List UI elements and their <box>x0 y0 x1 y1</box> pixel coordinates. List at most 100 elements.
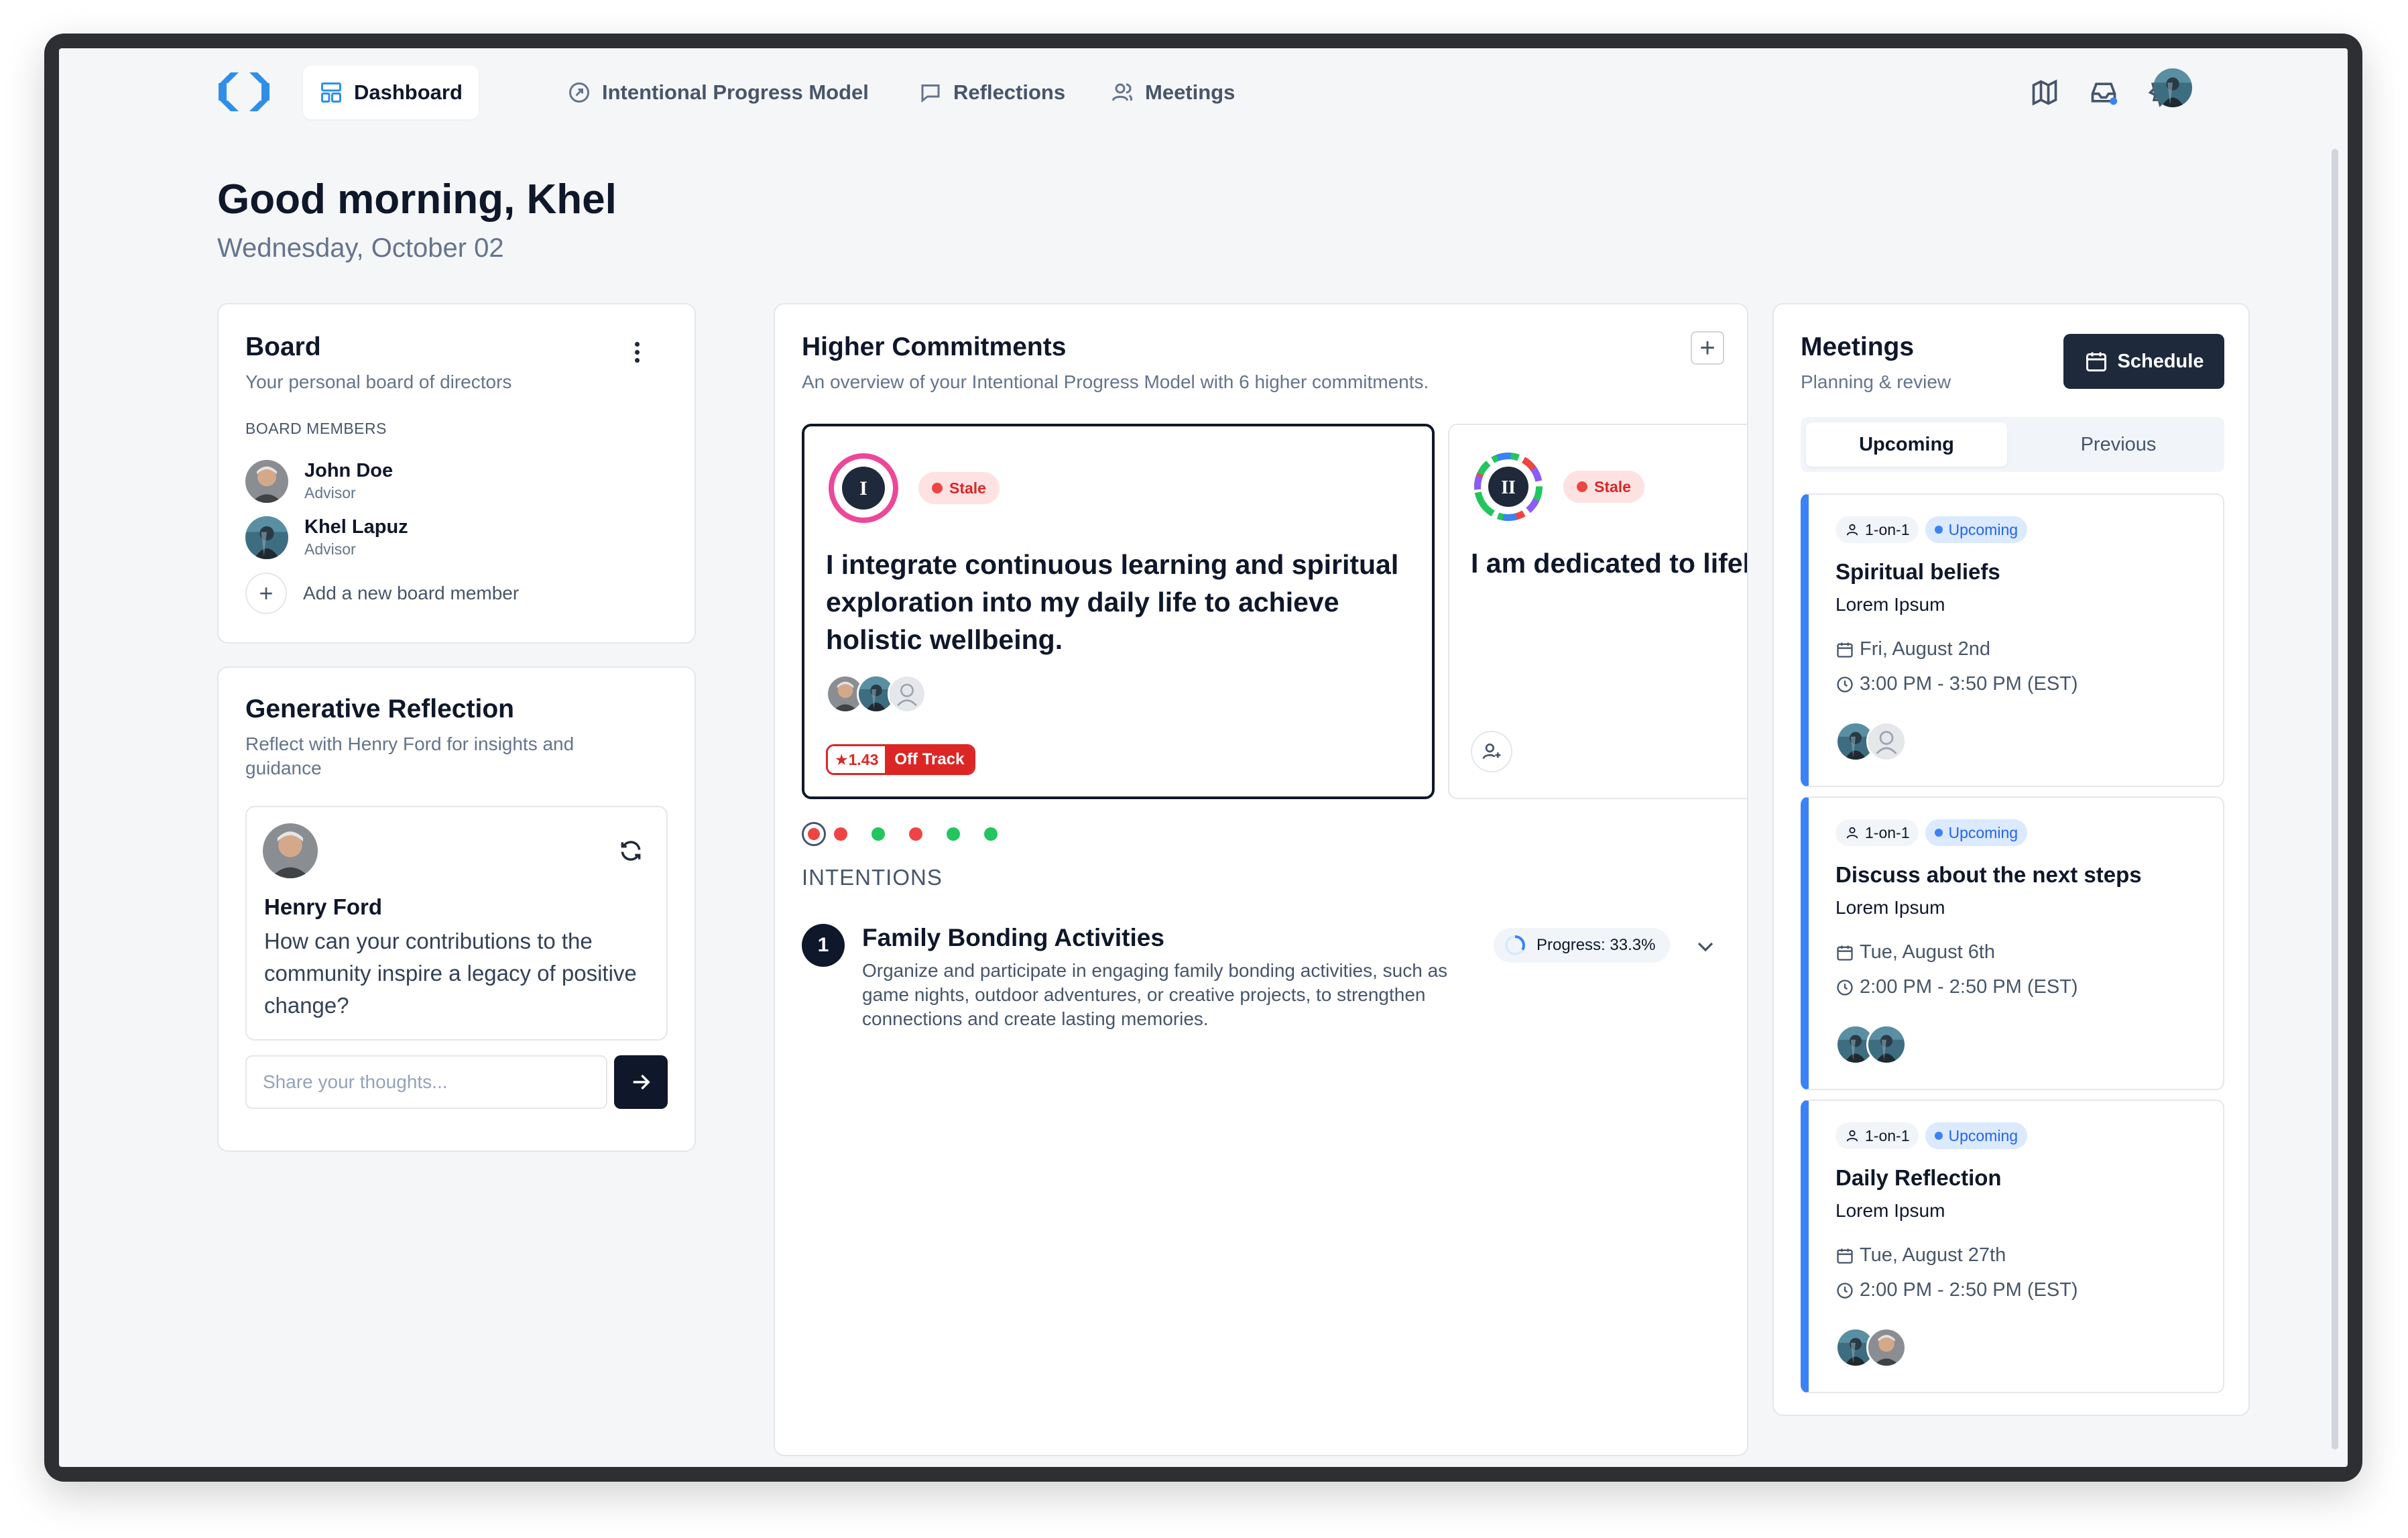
meetings-tabs: Upcoming Previous <box>1801 417 2224 472</box>
intentions-label: INTENTIONS <box>802 865 943 890</box>
tab-label: Intentional Progress Model <box>602 80 869 104</box>
generative-reflection-card: Generative Reflection Reflect with Henry… <box>217 666 696 1152</box>
clock-icon <box>1837 676 1853 693</box>
meeting-type-badge: 1-on-1 <box>1835 1122 1919 1149</box>
track-status: Off Track <box>885 746 974 773</box>
meeting-subtitle: Lorem Ipsum <box>1835 594 1945 615</box>
meeting-type-badge: 1-on-1 <box>1835 516 1919 543</box>
plus-icon: + <box>245 573 287 614</box>
carousel-dot[interactable] <box>984 827 998 841</box>
avatar-stack <box>1835 1327 1970 1368</box>
intention-description: Organize and participate in engaging fam… <box>862 960 1448 1029</box>
tab-meetings[interactable]: Meetings <box>1094 66 1251 119</box>
meeting-type: 1-on-1 <box>1865 520 1910 538</box>
add-user-icon[interactable] <box>1471 731 1512 772</box>
scrollbar[interactable] <box>2332 149 2338 1450</box>
add-member-label: Add a new board member <box>303 583 520 603</box>
meeting-title: Spiritual beliefs <box>1835 559 2000 584</box>
status-badge: Upcoming <box>1925 819 2028 846</box>
tab-upcoming[interactable]: Upcoming <box>1806 422 2007 467</box>
status-badge: Stale <box>1563 471 1644 503</box>
meeting-time-text: 3:00 PM - 3:50 PM (EST) <box>1860 673 2078 695</box>
commitment-badge: II <box>1474 453 1543 521</box>
carousel-dot[interactable] <box>947 827 960 841</box>
tab-previous[interactable]: Previous <box>2018 422 2219 467</box>
carousel-dot[interactable] <box>802 822 826 846</box>
tab-intentional-progress-model[interactable]: Intentional Progress Model <box>551 66 885 119</box>
carousel-dot[interactable] <box>909 827 922 841</box>
avatar <box>1866 1327 1907 1368</box>
add-board-member-button[interactable]: + Add a new board member <box>245 573 519 614</box>
meeting-tags: 1-on-1 Upcoming <box>1835 516 2028 543</box>
calendar-icon <box>2086 352 2106 371</box>
carousel-dot[interactable] <box>834 827 847 841</box>
page-date: Wednesday, October 02 <box>217 233 504 263</box>
tab-label: Meetings <box>1145 80 1236 104</box>
meeting-status: Upcoming <box>1948 823 2019 841</box>
board-card: Board Your personal board of directors B… <box>217 303 696 644</box>
chevron-down-icon[interactable] <box>1692 933 1719 960</box>
map-icon[interactable] <box>2030 78 2059 107</box>
dashboard-icon <box>321 82 341 103</box>
meeting-card[interactable]: 1-on-1 Upcoming Discuss about the next s… <box>1801 796 2224 1090</box>
user-icon <box>1846 1130 1858 1142</box>
avatar[interactable] <box>2153 68 2192 107</box>
meeting-time-text: 2:00 PM - 2:50 PM (EST) <box>1860 976 2078 998</box>
meeting-title: Discuss about the next steps <box>1835 862 2142 887</box>
board-title: Board <box>245 333 321 361</box>
share-thoughts-input[interactable] <box>245 1055 607 1109</box>
status-badge: Upcoming <box>1925 516 2028 543</box>
app-screen: Dashboard Intentional Progress Model Ref… <box>59 48 2348 1467</box>
meeting-subtitle: Lorem Ipsum <box>1835 1200 1945 1221</box>
more-options-icon[interactable] <box>633 339 641 366</box>
add-commitment-button[interactable]: + <box>1691 331 1724 365</box>
meeting-date-text: Tue, August 27th <box>1860 1244 2006 1266</box>
carousel-dot[interactable] <box>871 827 885 841</box>
schedule-button[interactable]: Schedule <box>2063 334 2224 389</box>
avatar <box>1866 1024 1907 1065</box>
star-icon: ★ <box>835 750 849 768</box>
meeting-type: 1-on-1 <box>1865 823 1910 841</box>
board-subtitle: Your personal board of directors <box>245 371 512 392</box>
meeting-tags: 1-on-1 Upcoming <box>1835 819 2028 846</box>
meeting-status: Upcoming <box>1948 520 2019 538</box>
meeting-tags: 1-on-1 Upcoming <box>1835 1122 2028 1149</box>
user-icon <box>1846 827 1858 839</box>
reflection-question: How can your contributions to the commun… <box>264 929 637 1018</box>
avatar <box>888 674 926 713</box>
refresh-icon[interactable] <box>618 838 644 864</box>
intention-title[interactable]: Family Bonding Activities <box>862 924 1164 952</box>
member-name: John Doe <box>304 460 394 481</box>
meeting-card[interactable]: 1-on-1 Upcoming Daily Reflection Lorem I… <box>1801 1100 2224 1393</box>
users-icon <box>1112 83 1132 101</box>
meeting-date: Fri, August 2nd <box>1835 638 1990 660</box>
avatar-stack <box>1835 1024 1970 1065</box>
meeting-card[interactable]: 1-on-1 Upcoming Spiritual beliefs Lorem … <box>1801 493 2224 787</box>
tab-label: Dashboard <box>354 80 463 104</box>
commitment-card[interactable]: II Stale I am dedicated to lifelong lear… <box>1448 424 1747 799</box>
tab-reflections[interactable]: Reflections <box>902 66 1081 119</box>
intention-number: 1 <box>802 924 845 967</box>
tab-label: Reflections <box>953 80 1066 104</box>
meetings-card: Meetings Planning & review Schedule Upco… <box>1772 303 2250 1416</box>
commitments-title: Higher Commitments <box>802 333 1067 361</box>
meeting-subtitle: Lorem Ipsum <box>1835 897 1945 918</box>
meeting-type-badge: 1-on-1 <box>1835 819 1919 846</box>
inbox-icon[interactable] <box>2089 78 2118 107</box>
progress-badge: Progress: 33.3% <box>1494 928 1671 963</box>
meeting-title: Daily Reflection <box>1835 1165 2002 1190</box>
logo-icon[interactable] <box>216 68 272 115</box>
board-members-label: BOARD MEMBERS <box>245 420 387 437</box>
send-button[interactable] <box>614 1055 668 1109</box>
progress-ring-icon <box>1505 935 1525 955</box>
score-value: 1.43 <box>848 750 879 768</box>
meeting-time: 2:00 PM - 2:50 PM (EST) <box>1835 1279 2078 1301</box>
tab-dashboard[interactable]: Dashboard <box>303 66 479 119</box>
status-badge: Stale <box>918 472 1000 504</box>
avatar-stack <box>1835 721 1970 762</box>
avatar <box>1866 721 1907 762</box>
meeting-status: Upcoming <box>1948 1126 2019 1144</box>
board-member[interactable]: John Doe Advisor <box>245 456 648 503</box>
commitment-card[interactable]: I Stale I integrate continuous learning … <box>802 424 1435 799</box>
board-member[interactable]: Khel Lapuz Advisor <box>245 512 648 559</box>
